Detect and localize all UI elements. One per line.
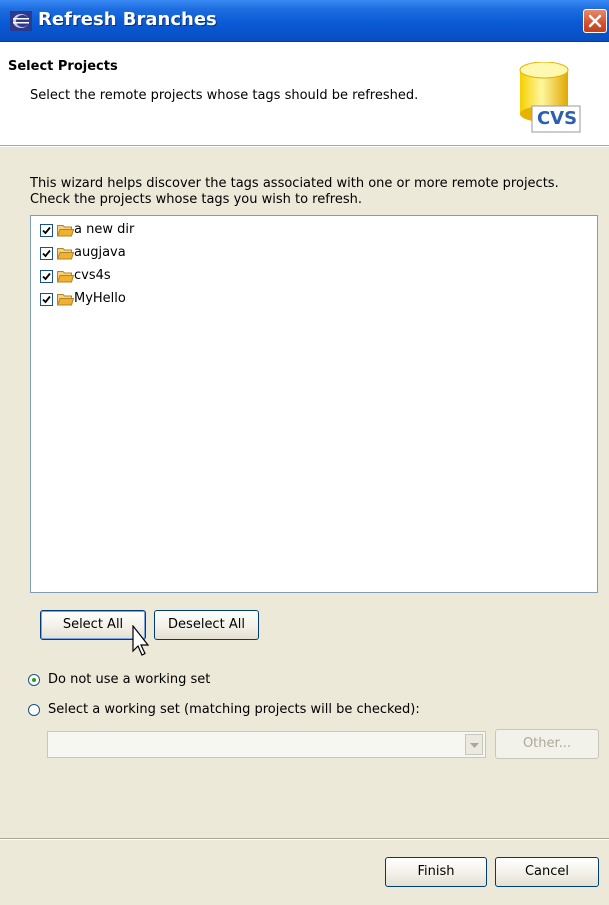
radio-button[interactable] [28, 704, 40, 716]
list-item[interactable]: augjava [31, 239, 597, 262]
project-checkbox[interactable] [40, 270, 53, 283]
page-title: Select Projects [8, 59, 118, 74]
folder-open-icon [57, 294, 74, 306]
intro-text: This wizard helps discover the tags asso… [30, 176, 595, 208]
project-label: cvs4s [74, 268, 111, 283]
list-item[interactable]: cvs4s [31, 262, 597, 285]
project-checkbox[interactable] [40, 247, 53, 260]
intro-line-1: This wizard helps discover the tags asso… [30, 176, 559, 191]
cancel-button[interactable]: Cancel [495, 857, 599, 887]
cvs-logo-text: CVS [536, 108, 578, 129]
mouse-pointer-icon [132, 625, 150, 656]
project-label: augjava [74, 245, 126, 260]
window-title: Refresh Branches [38, 9, 217, 30]
radio-label: Do not use a working set [48, 672, 211, 687]
intro-line-2: Check the projects whose tags you wish t… [30, 192, 362, 207]
combo-dropdown-button[interactable] [465, 734, 483, 755]
project-checkbox[interactable] [40, 293, 53, 306]
radio-label: Select a working set (matching projects … [48, 702, 420, 717]
checkmark-icon [42, 272, 51, 281]
eclipse-app-icon [10, 11, 32, 31]
checkmark-icon [42, 226, 51, 235]
close-button[interactable] [583, 9, 607, 33]
radio-button[interactable] [28, 674, 40, 686]
page-description: Select the remote projects whose tags sh… [30, 88, 419, 103]
project-checkbox[interactable] [40, 224, 53, 237]
project-label: a new dir [74, 222, 135, 237]
checkmark-icon [42, 249, 51, 258]
working-set-combo[interactable] [47, 731, 486, 758]
finish-button[interactable]: Finish [385, 857, 487, 887]
folder-open-icon [57, 225, 74, 237]
close-icon [588, 14, 602, 28]
folder-open-icon [57, 248, 74, 260]
title-bar[interactable]: Refresh Branches [0, 0, 609, 42]
checkmark-icon [42, 295, 51, 304]
list-item[interactable]: a new dir [31, 216, 597, 239]
folder-open-icon [57, 271, 74, 283]
other-button[interactable]: Other... [495, 729, 599, 759]
project-list[interactable]: a new dir augjava cvs4s MyHello [30, 215, 598, 593]
deselect-all-button[interactable]: Deselect All [154, 610, 259, 640]
list-item[interactable]: MyHello [31, 285, 597, 308]
project-label: MyHello [74, 291, 126, 306]
wizard-header: Select Projects Select the remote projec… [0, 42, 609, 146]
refresh-branches-dialog: Refresh Branches Select Projects Select … [0, 0, 609, 905]
chevron-down-icon [470, 743, 479, 748]
